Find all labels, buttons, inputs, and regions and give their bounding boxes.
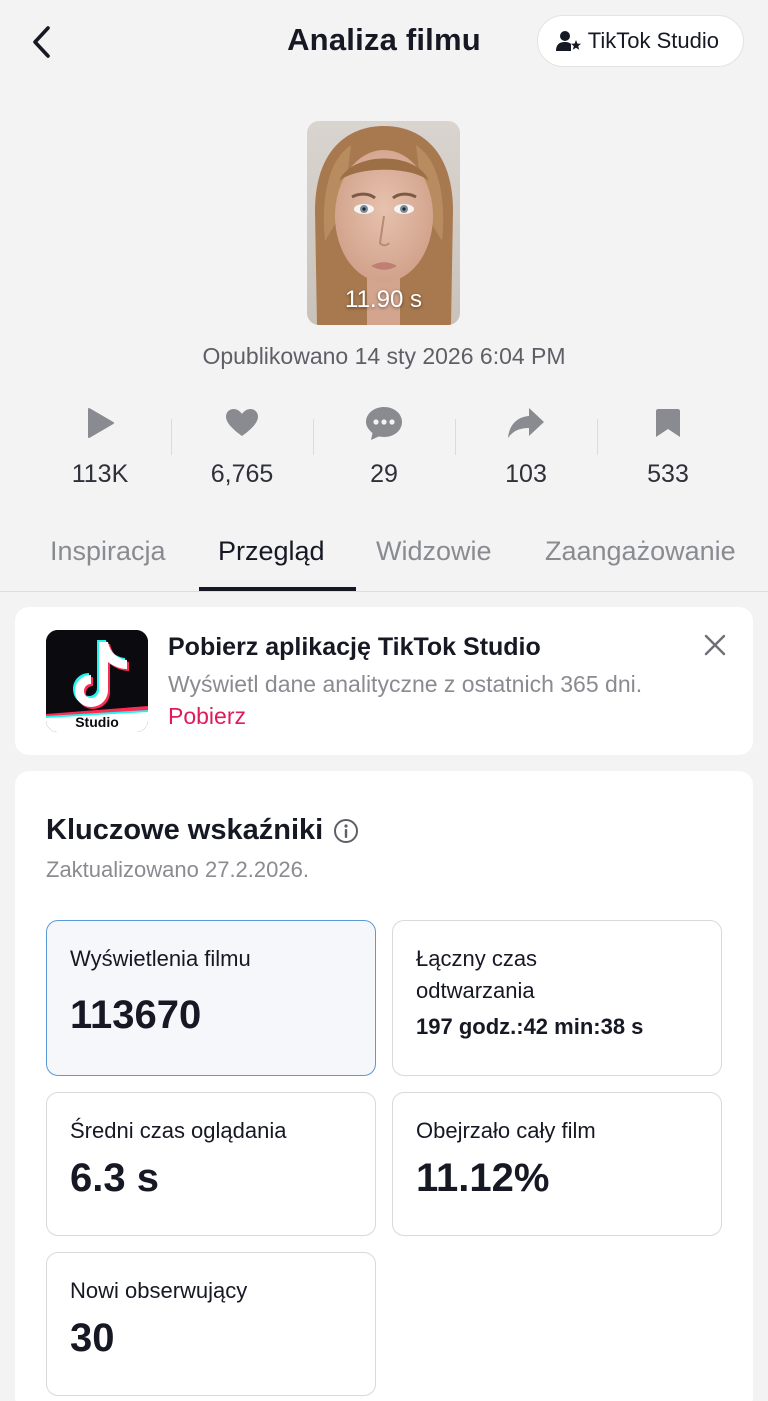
key-metrics-card: Kluczowe wskaźniki Zaktualizowano 27.2.2…: [15, 771, 753, 1401]
stat-views: 113K: [29, 400, 171, 500]
tab-przeglad[interactable]: Przegląd: [218, 536, 325, 567]
studio-promo-banner: Studio Pobierz aplikację TikTok Studio W…: [15, 607, 753, 755]
comment-icon: [366, 407, 402, 440]
metric-label: Średni czas oglądania: [70, 1118, 287, 1143]
info-icon[interactable]: [333, 818, 359, 844]
metric-tile-total-playtime[interactable]: Łączny czas odtwarzania 197 godz.:42 min…: [392, 920, 722, 1076]
metric-label: Łączny czas odtwarzania: [416, 946, 538, 1003]
stat-value: 533: [647, 460, 689, 488]
metric-tile-new-followers[interactable]: Nowi obserwujący 30: [46, 1252, 376, 1396]
tiktok-studio-label: TikTok Studio: [587, 28, 719, 53]
metric-value: 113670: [70, 993, 202, 1037]
tab-inspiracja[interactable]: Inspiracja: [50, 536, 166, 567]
metric-value: 197 godz.:42 min:38 s: [416, 1014, 644, 1039]
metric-value: 30: [70, 1316, 115, 1360]
heart-icon: [226, 409, 258, 436]
stat-value: 103: [505, 460, 547, 488]
tiktok-studio-logo: Studio: [46, 630, 148, 732]
share-icon: [508, 408, 544, 438]
stat-comments: 29: [313, 400, 455, 500]
stat-likes: 6,765: [171, 400, 313, 500]
bookmark-icon: [656, 409, 680, 437]
stat-value: 113K: [71, 460, 129, 488]
tiktok-studio-button[interactable]: TikTok Studio: [536, 15, 744, 67]
metric-value: 6.3 s: [70, 1156, 159, 1200]
key-metrics-heading: Kluczowe wskaźniki: [46, 814, 359, 847]
chevron-left-icon: [33, 26, 50, 58]
header: Analiza filmu TikTok Studio: [0, 0, 768, 84]
metric-label: Nowi obserwujący: [70, 1278, 248, 1303]
stat-value: 6,765: [210, 460, 274, 488]
tab-zaangazowanie[interactable]: Zaangażowanie: [545, 536, 736, 567]
key-metrics-title: Kluczowe wskaźniki: [46, 814, 324, 846]
metric-label: Wyświetlenia filmu: [70, 946, 251, 971]
download-link[interactable]: Pobierz: [168, 703, 246, 729]
banner-title: Pobierz aplikację TikTok Studio: [168, 633, 541, 661]
close-icon: [704, 634, 726, 656]
active-tab-indicator: [199, 587, 356, 591]
metric-tile-full-watch[interactable]: Obejrzało cały film 11.12%: [392, 1092, 722, 1236]
close-banner-button[interactable]: [701, 631, 729, 659]
stats-row: 113K 6,765 29 103 533: [29, 400, 739, 500]
metric-tile-avg-watch-time[interactable]: Średni czas oglądania 6.3 s: [46, 1092, 376, 1236]
published-date: Opublikowano 14 sty 2026 6:04 PM: [202, 343, 566, 369]
user-star-icon: [555, 31, 581, 51]
stat-value: 29: [370, 460, 398, 488]
play-icon: [88, 408, 114, 438]
video-duration: 11.90 s: [345, 286, 422, 313]
stat-saves: 533: [597, 400, 739, 500]
tiktok-logo-icon: Studio: [46, 630, 148, 732]
metric-label: Obejrzało cały film: [416, 1118, 596, 1143]
metric-value: 11.12%: [416, 1156, 550, 1200]
tab-bar: Inspiracja Przegląd Widzowie Zaangażowan…: [0, 518, 768, 592]
logo-caption: Studio: [75, 714, 119, 730]
back-button[interactable]: [22, 22, 62, 62]
banner-description: Wyświetl dane analityczne z ostatnich 36…: [168, 668, 688, 732]
banner-description-text: Wyświetl dane analityczne z ostatnich 36…: [168, 671, 643, 697]
stat-shares: 103: [455, 400, 597, 500]
video-thumbnail[interactable]: 11.90 s: [307, 121, 460, 325]
metric-tile-video-views[interactable]: Wyświetlenia filmu 113670: [46, 920, 376, 1076]
tab-widzowie[interactable]: Widzowie: [376, 536, 492, 567]
updated-date: Zaktualizowano 27.2.2026.: [46, 857, 309, 882]
